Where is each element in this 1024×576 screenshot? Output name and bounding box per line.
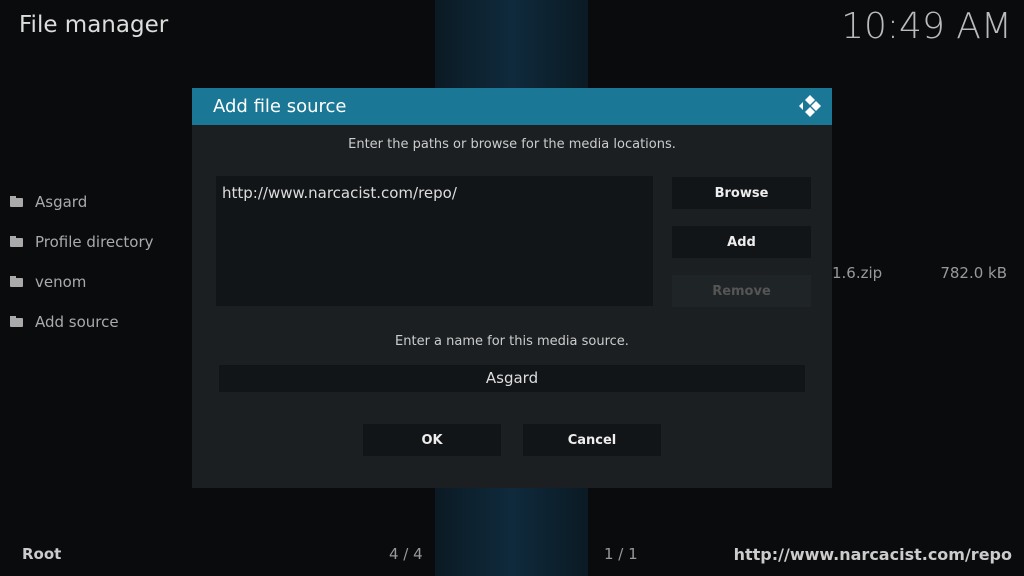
ok-button[interactable]: OK (363, 424, 501, 456)
clock: 10:49 AM (841, 6, 1012, 47)
kodi-logo-icon (799, 95, 821, 117)
list-item-label: Asgard (35, 193, 88, 211)
list-item-profile-directory[interactable]: Profile directory (10, 222, 154, 262)
source-name-input[interactable]: Asgard (219, 365, 805, 392)
dialog-header: Add file source (192, 88, 832, 125)
list-item-label: Add source (35, 313, 119, 331)
footer-count-right: 1 / 1 (604, 545, 638, 563)
list-item-asgard[interactable]: Asgard (10, 182, 154, 222)
page-title: File manager (19, 12, 169, 38)
list-item-venom[interactable]: venom (10, 262, 154, 302)
add-file-source-dialog: Add file source Enter the paths or brows… (192, 88, 832, 488)
cancel-button[interactable]: Cancel (523, 424, 661, 456)
source-list: Asgard Profile directory venom Add sourc… (10, 182, 154, 342)
footer-root: Root (22, 545, 62, 563)
file-size: 782.0 kB (940, 264, 1007, 282)
paths-label: Enter the paths or browse for the media … (348, 137, 676, 152)
footer-path: http://www.narcacist.com/repo (733, 545, 1012, 564)
folder-icon (10, 275, 23, 287)
folder-icon (10, 195, 23, 207)
list-item-label: Profile directory (35, 233, 154, 251)
dialog-title: Add file source (213, 96, 347, 117)
add-button[interactable]: Add (672, 226, 811, 258)
file-name[interactable]: 1.6.zip (832, 264, 882, 282)
browse-button[interactable]: Browse (672, 177, 811, 209)
list-item-add-source[interactable]: Add source (10, 302, 154, 342)
remove-button[interactable]: Remove (672, 275, 811, 307)
folder-icon (10, 235, 23, 247)
footer-count-left: 4 / 4 (389, 545, 423, 563)
name-label: Enter a name for this media source. (395, 334, 629, 349)
path-item[interactable]: http://www.narcacist.com/repo/ (222, 184, 647, 202)
list-item-label: venom (35, 273, 87, 291)
folder-icon (10, 315, 23, 327)
paths-list[interactable]: http://www.narcacist.com/repo/ (216, 176, 653, 306)
